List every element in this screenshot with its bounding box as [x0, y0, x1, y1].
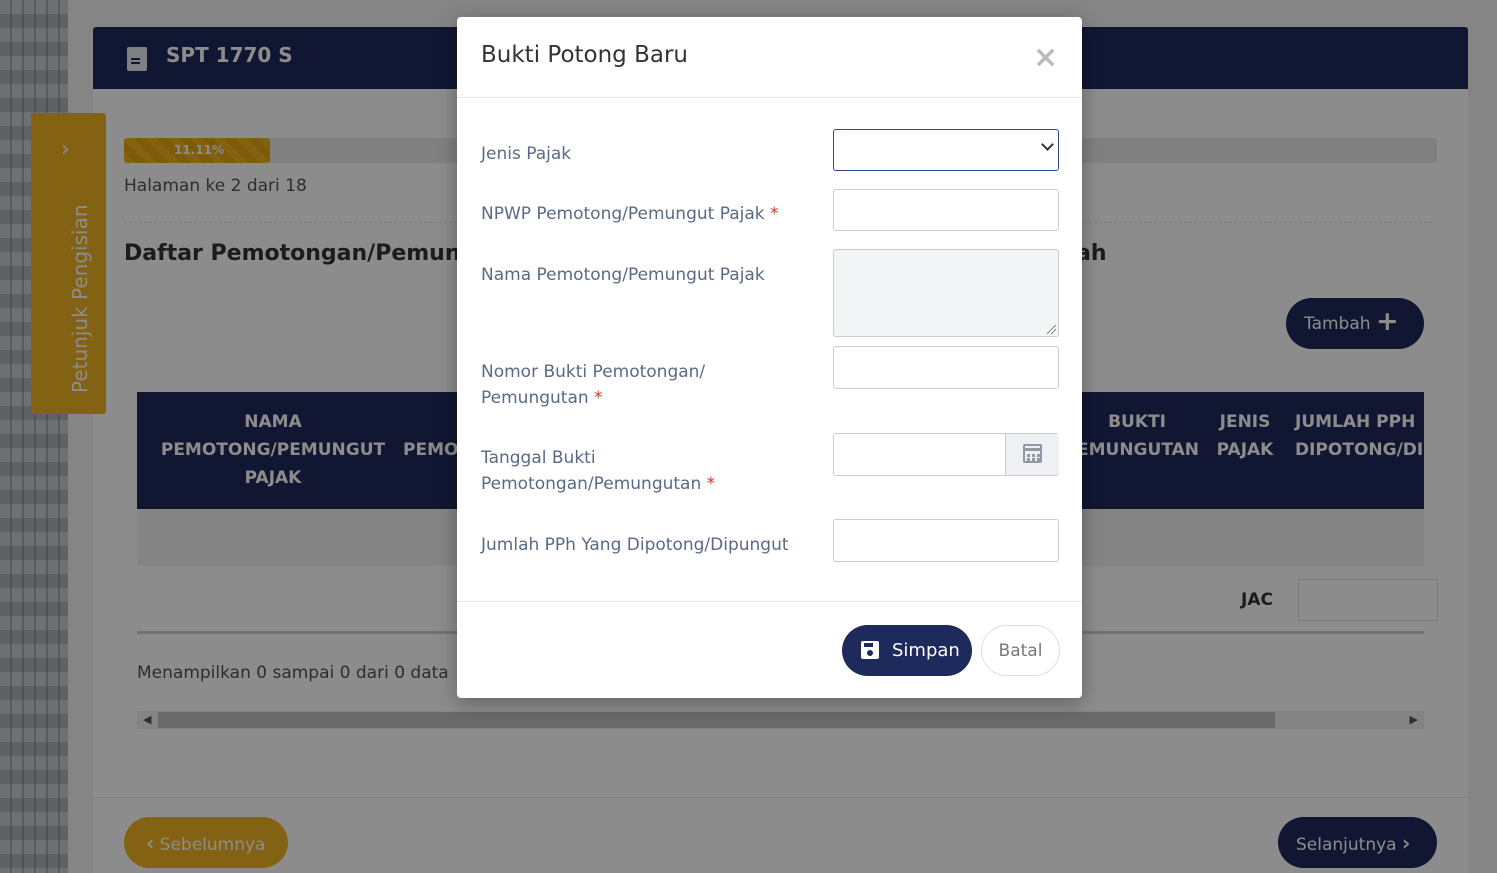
chevron-down-icon: [1041, 138, 1054, 151]
modal-header: Bukti Potong Baru ×: [457, 17, 1082, 98]
npwp-label: NPWP Pemotong/Pemungut Pajak *: [481, 204, 779, 224]
save-button[interactable]: Simpan: [842, 625, 972, 676]
save-button-label: Simpan: [892, 640, 960, 661]
calendar-button[interactable]: [1005, 434, 1059, 475]
tax-type-label: Jenis Pajak: [481, 144, 572, 164]
modal-title: Bukti Potong Baru: [481, 42, 688, 68]
resize-handle-icon[interactable]: [1047, 325, 1056, 334]
slip-date-input[interactable]: [833, 433, 1059, 476]
withholder-name-textarea[interactable]: [833, 249, 1059, 337]
withholder-name-label: Nama Pemotong/Pemungut Pajak: [481, 265, 765, 285]
amount-input[interactable]: [833, 519, 1059, 562]
amount-label: Jumlah PPh Yang Dipotong/Dipungut: [481, 535, 789, 555]
slip-number-label: Nomor Bukti Pemotongan/Pemungutan *: [481, 362, 706, 408]
modal-footer: Simpan Batal: [457, 601, 1082, 698]
new-withholding-slip-modal: Bukti Potong Baru × Jenis Pajak NPWP Pem…: [457, 17, 1082, 698]
slip-number-input[interactable]: [833, 346, 1059, 389]
npwp-input[interactable]: [833, 189, 1059, 231]
cancel-button[interactable]: Batal: [981, 625, 1060, 676]
calendar-icon: [1023, 444, 1042, 463]
slip-date-label: Tanggal Bukti Pemotongan/Pemungutan *: [481, 448, 716, 494]
tax-type-select[interactable]: [833, 129, 1059, 171]
close-icon[interactable]: ×: [1033, 43, 1058, 73]
save-icon: [861, 641, 879, 659]
